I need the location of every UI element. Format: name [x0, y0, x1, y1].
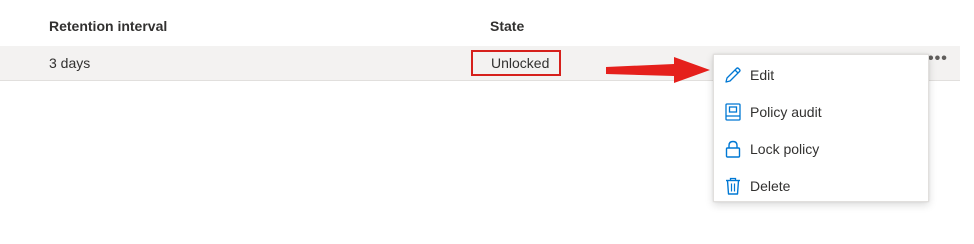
menu-item-delete[interactable]: Delete [714, 168, 928, 204]
menu-item-policy-audit-label: Policy audit [750, 104, 822, 120]
menu-item-edit[interactable]: Edit [714, 57, 928, 93]
menu-item-delete-label: Delete [750, 178, 791, 194]
context-menu: Edit Policy audit Lock policy Delete [713, 54, 929, 202]
more-options-button[interactable]: ••• [928, 51, 952, 70]
audit-icon [725, 103, 741, 121]
state-highlight-box: Unlocked [471, 50, 561, 76]
column-header-state[interactable]: State [490, 18, 524, 34]
menu-item-lock-policy-label: Lock policy [750, 141, 820, 157]
table-header: Retention interval State [0, 10, 960, 42]
container-policy-page: Retention interval State 3 days Unlocked… [0, 0, 974, 244]
column-header-retention-interval[interactable]: Retention interval [49, 18, 167, 34]
annotation-arrow [606, 57, 710, 83]
pencil-icon [725, 67, 741, 83]
retention-interval-cell: 3 days [49, 55, 91, 71]
menu-item-lock-policy[interactable]: Lock policy [714, 131, 928, 167]
menu-item-policy-audit[interactable]: Policy audit [714, 94, 928, 130]
menu-item-edit-label: Edit [750, 67, 775, 83]
trash-icon [726, 177, 740, 195]
state-cell: Unlocked [491, 55, 550, 71]
lock-icon [725, 140, 741, 158]
